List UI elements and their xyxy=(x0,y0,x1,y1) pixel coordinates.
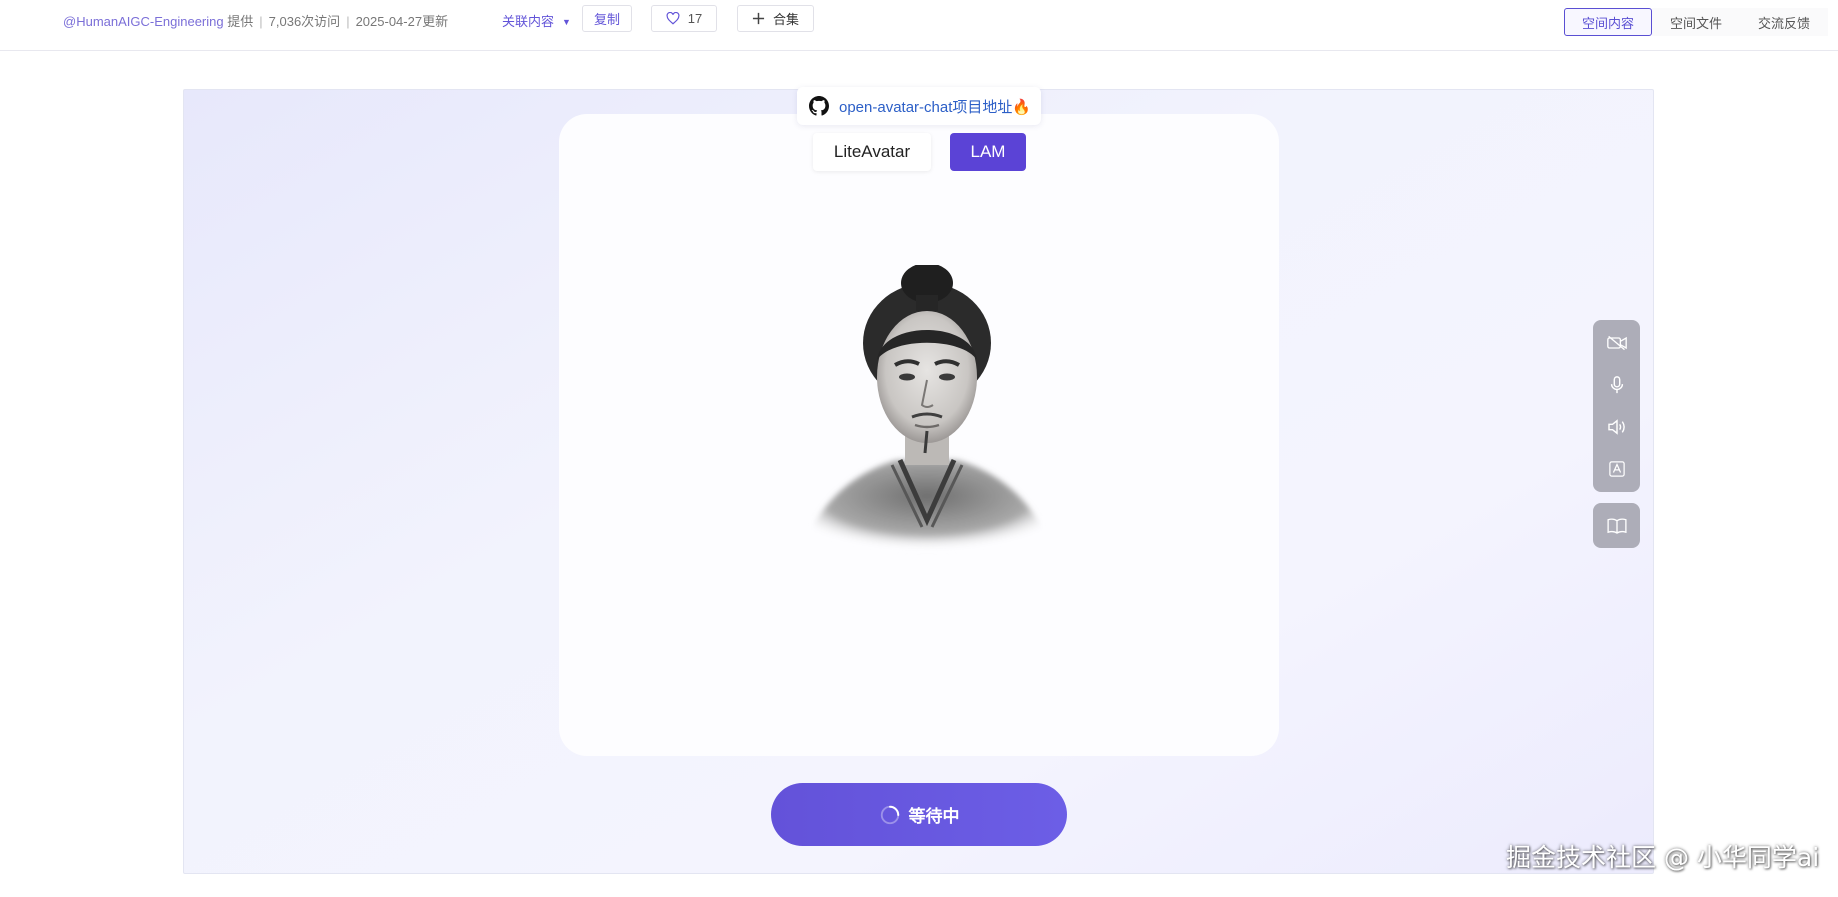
visit-count: 7,036次访问 xyxy=(268,14,341,29)
media-controls-panel xyxy=(1593,320,1640,492)
like-count: 17 xyxy=(687,11,703,26)
waiting-button[interactable]: 等待中 xyxy=(771,783,1067,846)
tab-label: 空间内容 xyxy=(1581,15,1634,31)
collection-label: 合集 xyxy=(772,12,799,27)
tab-label: 交流反馈 xyxy=(1757,15,1810,31)
owner-link[interactable]: @HumanAIGC-Engineering xyxy=(63,14,224,29)
space-meta: @HumanAIGC-Engineering 提供 | 7,036次访问 | 2025-… xyxy=(63,11,448,30)
chat-panel-toggle-button[interactable] xyxy=(1593,503,1640,548)
tab-space-content[interactable]: 空间内容 xyxy=(1564,8,1652,36)
tab-label: LAM xyxy=(970,142,1006,161)
subtitle-button[interactable] xyxy=(1593,448,1640,490)
top-bar: @HumanAIGC-Engineering 提供 | 7,036次访问 | 2025-… xyxy=(0,0,1838,51)
tab-lam[interactable]: LAM xyxy=(950,133,1026,171)
add-to-collection-button[interactable]: 合集 xyxy=(737,5,814,32)
related-content-dropdown[interactable]: 关联内容 ▼ xyxy=(502,11,571,30)
related-content-label: 关联内容 xyxy=(502,14,555,29)
space-tabs: 空间内容 空间文件 交流反馈 xyxy=(1564,8,1828,36)
copy-label: 复制 xyxy=(593,12,620,27)
speaker-icon xyxy=(1607,419,1625,435)
tab-liteavatar[interactable]: LiteAvatar xyxy=(813,133,931,171)
caret-down-icon: ▼ xyxy=(562,17,571,27)
watermark-text: 掘金技术社区 @ 小华同学ai xyxy=(1506,843,1820,872)
separator: | xyxy=(346,14,350,29)
plus-icon xyxy=(752,12,765,25)
github-link-text: open-avatar-chat项目地址🔥 xyxy=(839,98,1032,116)
heart-icon xyxy=(666,12,680,25)
subtitle-icon xyxy=(1608,461,1625,477)
github-project-link[interactable]: open-avatar-chat项目地址🔥 xyxy=(797,87,1041,125)
github-icon xyxy=(809,96,829,116)
like-button[interactable]: 17 xyxy=(651,5,717,32)
book-open-icon xyxy=(1606,518,1627,534)
waiting-label: 等待中 xyxy=(908,807,960,826)
tab-space-files[interactable]: 空间文件 xyxy=(1652,8,1740,36)
avatar-portrait xyxy=(802,265,1052,550)
updated-date: 2025-04-27更新 xyxy=(355,14,449,29)
copy-button[interactable]: 复制 xyxy=(582,5,632,32)
separator: | xyxy=(259,14,263,29)
speaker-button[interactable] xyxy=(1593,406,1640,448)
provided-text: 提供 xyxy=(227,14,254,29)
loading-spinner-icon xyxy=(880,805,899,824)
camera-toggle-button[interactable] xyxy=(1593,322,1640,364)
microphone-icon xyxy=(1610,376,1623,394)
microphone-button[interactable] xyxy=(1593,364,1640,406)
video-off-icon xyxy=(1606,335,1627,351)
tab-label: LiteAvatar xyxy=(833,142,911,161)
tab-label: 空间文件 xyxy=(1669,15,1722,31)
tab-feedback[interactable]: 交流反馈 xyxy=(1740,8,1828,36)
